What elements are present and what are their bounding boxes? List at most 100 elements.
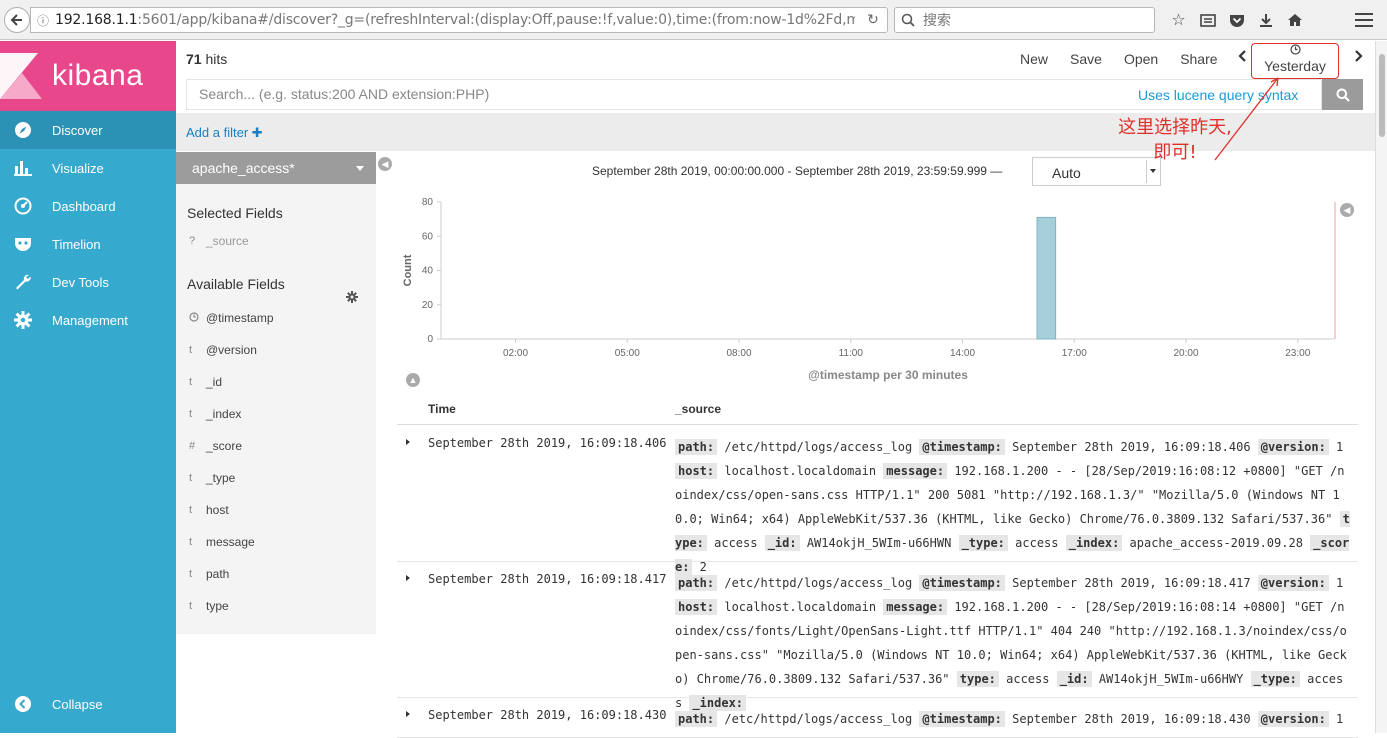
x-tick-label: 17:00 <box>1062 348 1087 359</box>
download-icon[interactable] <box>1251 8 1280 32</box>
source-field-value: /etc/httpd/logs/access_log <box>717 440 920 454</box>
field-type-icon: t <box>189 600 193 612</box>
field-item[interactable]: t _index <box>176 398 376 430</box>
field-item[interactable]: t message <box>176 526 376 558</box>
browser-search-input[interactable]: 搜索 <box>894 7 1155 33</box>
source-field-value: /etc/httpd/logs/access_log <box>717 712 920 726</box>
bookmark-star-icon[interactable]: ☆ <box>1164 8 1193 32</box>
sidebar-item-label: Dashboard <box>52 198 116 214</box>
chart-toggle-icon[interactable]: ◀ <box>1340 203 1354 217</box>
field-item[interactable]: # _score <box>176 430 376 462</box>
field-name: @version <box>206 343 257 357</box>
source-field-key: @timestamp: <box>919 575 1005 591</box>
clock-icon <box>1252 44 1338 58</box>
field-item[interactable]: t type <box>176 590 376 622</box>
field-type-icon: t <box>189 408 193 420</box>
kibana-logo[interactable]: kibana <box>0 41 176 111</box>
field-name: _type <box>206 471 236 485</box>
source-field-key: @timestamp: <box>919 711 1005 727</box>
table-row[interactable]: September 28th 2019, 16:09:18.406 path: /… <box>397 426 1358 575</box>
histogram-chart[interactable]: 0 20 40 60 80 02:00 05:00 08:00 11:00 14:00 17:00 2… <box>397 190 1347 390</box>
query-submit-button[interactable] <box>1322 79 1363 110</box>
source-field-value: access <box>998 672 1057 686</box>
field-type-icon: ? <box>189 235 196 247</box>
expand-caret-icon[interactable] <box>406 439 410 445</box>
bar-chart-icon <box>12 158 34 178</box>
source-field-value: /etc/httpd/logs/access_log <box>717 576 920 590</box>
field-name: _id <box>206 375 223 389</box>
page-scrollbar[interactable] <box>1375 41 1387 733</box>
index-pattern-label: apache_access* <box>192 160 295 176</box>
field-item[interactable]: @timestamp <box>176 302 376 334</box>
field-item[interactable]: t _type <box>176 462 376 494</box>
collapse-chart-icon[interactable]: ▲ <box>406 373 420 387</box>
y-tick-label: 0 <box>427 334 433 345</box>
kibana-sidebar: kibana Discover Visualize Dashboard Time… <box>0 41 176 733</box>
scrollbar-thumb[interactable] <box>1379 54 1385 137</box>
sidebar-item-visualize[interactable]: Visualize <box>0 149 176 187</box>
annotation-arrow <box>1214 77 1279 161</box>
table-row[interactable]: September 28th 2019, 16:09:18.417 path: /… <box>397 562 1358 711</box>
source-field-key: message: <box>883 599 948 615</box>
sidebar-item-management[interactable]: Management <box>0 301 176 339</box>
source-field-key: type: <box>956 671 999 687</box>
field-item[interactable]: t _id <box>176 366 376 398</box>
x-tick-label: 08:00 <box>726 348 751 359</box>
source-field-value: AW14okjH_5WIm-u66HWY <box>1091 672 1251 686</box>
source-field-value: access <box>1007 536 1066 550</box>
field-item[interactable]: t host <box>176 494 376 526</box>
pocket-icon[interactable] <box>1222 8 1251 32</box>
browser-toolbar: ⓘ 192.168.1.1:5601/app/kibana#/discover?… <box>0 0 1387 40</box>
info-icon[interactable]: ⓘ <box>31 12 55 29</box>
sidebar-item-dashboard[interactable]: Dashboard <box>0 187 176 225</box>
table-row[interactable]: September 28th 2019, 16:09:18.430 path: /… <box>397 698 1358 738</box>
time-next-chevron-icon[interactable] <box>1353 49 1363 68</box>
expand-caret-icon[interactable] <box>406 711 410 717</box>
field-name: @timestamp <box>206 311 274 325</box>
sidebar-item-discover[interactable]: Discover <box>0 111 176 149</box>
sidebar-item-label: Timelion <box>52 236 101 252</box>
x-tick-label: 20:00 <box>1173 348 1198 359</box>
sidebar-item-label: Management <box>52 312 128 328</box>
sidebar-item-timelion[interactable]: Timelion <box>0 225 176 263</box>
source-column-header: _source <box>675 402 722 416</box>
row-time: September 28th 2019, 16:09:18.406 <box>428 436 667 450</box>
expand-caret-icon[interactable] <box>406 575 410 581</box>
source-field-key: @version: <box>1257 439 1329 455</box>
search-icon <box>1336 88 1350 102</box>
y-axis-label: Count <box>402 254 414 286</box>
index-pattern-select[interactable]: apache_access* <box>176 152 376 184</box>
add-filter-button[interactable]: Add a filter ✚ <box>186 125 263 141</box>
source-field-key: path: <box>675 439 718 455</box>
url-text: 192.168.1.1:5601/app/kibana#/discover?_g… <box>55 12 855 28</box>
open-button[interactable]: Open <box>1124 51 1158 67</box>
field-name: host <box>206 503 229 517</box>
back-icon[interactable] <box>4 7 30 33</box>
source-field-key: host: <box>675 599 718 615</box>
new-button[interactable]: New <box>1020 51 1048 67</box>
sidebar-item-dev-tools[interactable]: Dev Tools <box>0 263 176 301</box>
search-placeholder: 搜索 <box>923 12 951 28</box>
x-tick-label: 02:00 <box>503 348 528 359</box>
source-field-key: message: <box>883 463 948 479</box>
save-button[interactable]: Save <box>1070 51 1102 67</box>
time-column-header[interactable]: Time <box>428 402 456 416</box>
collapse-field-panel-icon[interactable]: ◀ <box>378 157 392 171</box>
source-field-value: September 28th 2019, 16:09:18.417 <box>1004 576 1258 590</box>
sidebar-item-label: Dev Tools <box>52 274 109 290</box>
source-field-key: path: <box>675 575 718 591</box>
source-field-value: localhost.localdomain <box>717 600 884 614</box>
source-field-value: September 28th 2019, 16:09:18.406 <box>1004 440 1258 454</box>
reading-list-icon[interactable] <box>1193 8 1222 32</box>
field-item[interactable]: ? _source <box>176 225 376 257</box>
gear-icon[interactable] <box>346 291 358 306</box>
field-item[interactable]: t path <box>176 558 376 590</box>
hamburger-menu-icon[interactable] <box>1352 9 1376 31</box>
collapse-button[interactable]: Collapse <box>0 685 176 723</box>
address-bar[interactable]: ⓘ 192.168.1.1:5601/app/kibana#/discover?… <box>30 7 888 33</box>
home-icon[interactable] <box>1280 8 1309 32</box>
reload-icon[interactable]: ↻ <box>863 11 883 31</box>
field-type-icon: t <box>189 504 193 516</box>
row-source: path: /etc/httpd/logs/access_log @timest… <box>675 707 1350 731</box>
field-item[interactable]: t @version <box>176 334 376 366</box>
